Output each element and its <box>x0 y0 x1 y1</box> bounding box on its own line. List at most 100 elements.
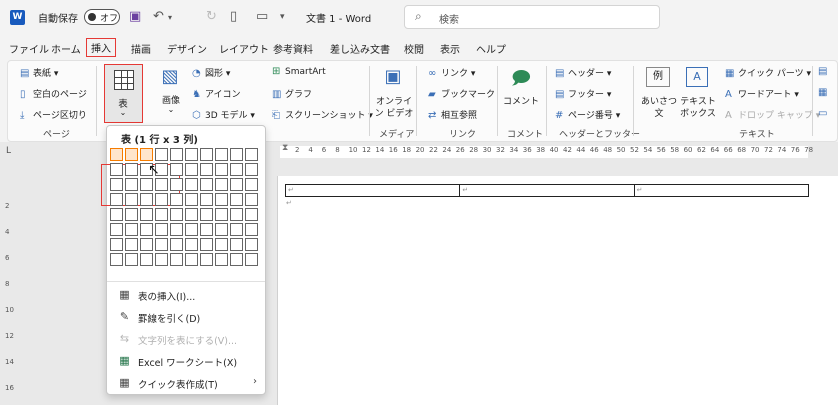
table-grid-cell[interactable] <box>140 238 153 251</box>
quick-tables-menu-item[interactable]: ▦ クイック表作成(T) › <box>107 373 265 393</box>
table-grid-cell[interactable] <box>245 223 258 236</box>
drop-cap-button[interactable]: A ドロップ キャップ ▾ <box>725 108 820 121</box>
table-grid-cell[interactable] <box>245 238 258 251</box>
table-grid-cell[interactable] <box>200 223 213 236</box>
table-grid-cell[interactable] <box>140 148 153 161</box>
table-grid-cell[interactable] <box>215 163 228 176</box>
table-grid-cell[interactable] <box>170 223 183 236</box>
undo-icon[interactable]: ↶ <box>153 9 164 24</box>
table-grid-cell[interactable] <box>200 178 213 191</box>
tab-review[interactable]: 校閲 <box>404 41 424 56</box>
cover-page-button[interactable]: ▤ 表紙 ▾ <box>20 66 58 79</box>
tab-help[interactable]: ヘルプ <box>476 41 506 56</box>
table-grid-cell[interactable] <box>215 238 228 251</box>
table-grid-cell[interactable] <box>140 253 153 266</box>
table-grid-cell[interactable] <box>125 238 138 251</box>
tab-insert[interactable]: 挿入 <box>86 38 116 57</box>
table-grid-cell[interactable] <box>245 163 258 176</box>
redo-icon[interactable]: ↻ <box>206 9 217 24</box>
comment-button-label[interactable]: コメント <box>502 94 540 107</box>
table-grid-cell[interactable] <box>155 223 168 236</box>
table-grid-cell[interactable] <box>110 148 123 161</box>
table-grid-cell[interactable] <box>245 178 258 191</box>
table-grid-cell[interactable] <box>140 208 153 221</box>
table-grid-cell[interactable] <box>125 208 138 221</box>
table-grid-cell[interactable] <box>200 193 213 206</box>
table-grid-cell[interactable] <box>185 223 198 236</box>
greeting-icon[interactable]: 例 <box>646 67 670 87</box>
table-grid-cell[interactable] <box>110 193 123 206</box>
customize-qat-icon[interactable]: ▾ <box>280 12 285 22</box>
footer-button[interactable]: ▤ フッター ▾ <box>555 87 611 100</box>
table-grid-cell[interactable] <box>185 253 198 266</box>
table-grid-cell[interactable] <box>245 148 258 161</box>
tab-view[interactable]: 表示 <box>440 41 460 56</box>
table-grid-cell[interactable] <box>170 193 183 206</box>
table-grid-cell[interactable] <box>215 208 228 221</box>
document-table[interactable]: ↵ ↵ ↵ <box>285 184 809 197</box>
table-grid-cell[interactable] <box>230 163 243 176</box>
textbox-label-2[interactable]: ボックス <box>678 106 718 119</box>
table-grid-cell[interactable] <box>200 253 213 266</box>
page-number-button[interactable]: # ページ番号 ▾ <box>555 108 620 121</box>
tab-references[interactable]: 参考資料 <box>273 41 313 56</box>
table-grid-cell[interactable] <box>125 253 138 266</box>
cross-reference-button[interactable]: ⇄ 相互参照 <box>428 108 477 121</box>
blank-page-button[interactable]: ▯ 空白のページ <box>20 87 87 100</box>
link-button[interactable]: ∞ リンク ▾ <box>428 66 475 79</box>
table-grid-cell[interactable] <box>125 163 138 176</box>
icons-button[interactable]: ♞ アイコン <box>192 87 241 100</box>
table-grid-cell[interactable] <box>110 178 123 191</box>
table-grid-cell[interactable] <box>155 208 168 221</box>
table-grid-cell[interactable] <box>155 148 168 161</box>
table-grid-cell[interactable] <box>200 163 213 176</box>
tab-layout[interactable]: レイアウト <box>219 41 269 56</box>
table-grid-cell[interactable] <box>110 253 123 266</box>
table-grid-cell[interactable] <box>200 208 213 221</box>
table-grid-cell[interactable] <box>170 178 183 191</box>
greeting-label-2[interactable]: 文 <box>640 106 678 119</box>
tab-file[interactable]: ファイル <box>9 41 49 56</box>
tab-home[interactable]: ホーム <box>51 41 81 56</box>
table-cell[interactable]: ↵ <box>635 185 808 196</box>
table-grid-cell[interactable] <box>155 253 168 266</box>
date-time-icon[interactable]: ▦ <box>818 87 831 98</box>
table-grid-cell[interactable] <box>185 163 198 176</box>
table-grid-cell[interactable] <box>230 253 243 266</box>
table-grid-cell[interactable] <box>230 238 243 251</box>
page-break-button[interactable]: ⤓ ページ区切り <box>20 108 87 121</box>
indent-marker-icon[interactable]: ⧗ <box>282 143 288 153</box>
shapes-button[interactable]: ◔ 図形 ▾ <box>192 66 230 79</box>
table-grid-cell[interactable] <box>140 178 153 191</box>
textbox-icon[interactable]: A <box>686 67 708 87</box>
save-icon[interactable]: ▣ <box>129 9 141 24</box>
table-grid-cell[interactable] <box>215 223 228 236</box>
online-video-icon[interactable]: ▣ <box>380 66 406 87</box>
open-folder-icon[interactable]: ▭ <box>256 9 268 24</box>
3d-models-button[interactable]: ⬡ 3D モデル ▾ <box>192 108 255 121</box>
table-grid-cell[interactable] <box>110 208 123 221</box>
table-grid-cell[interactable] <box>245 253 258 266</box>
table-grid-cell[interactable] <box>245 193 258 206</box>
table-grid-cell[interactable] <box>185 193 198 206</box>
table-grid-cell[interactable] <box>185 208 198 221</box>
table-grid-cell[interactable] <box>230 178 243 191</box>
table-grid-cell[interactable] <box>215 193 228 206</box>
wordart-button[interactable]: A ワードアート ▾ <box>725 87 799 100</box>
excel-worksheet-menu-item[interactable]: ▦ Excel ワークシート(X) <box>107 351 265 371</box>
table-grid-cell[interactable] <box>125 148 138 161</box>
signature-line-icon[interactable]: ▤ <box>818 66 831 77</box>
object-icon[interactable]: ▭ <box>818 108 831 119</box>
table-grid-cell[interactable] <box>185 238 198 251</box>
table-grid-cell[interactable] <box>155 193 168 206</box>
table-grid-cell[interactable] <box>200 238 213 251</box>
table-grid-cell[interactable] <box>140 223 153 236</box>
table-grid-cell[interactable] <box>215 148 228 161</box>
bookmark-button[interactable]: ▰ ブックマーク <box>428 87 495 100</box>
screenshot-button[interactable]: ⎗ スクリーンショット ▾ <box>272 108 373 121</box>
table-grid-cell[interactable] <box>140 193 153 206</box>
image-icon[interactable]: ▧ <box>158 66 182 87</box>
table-grid-cell[interactable] <box>230 208 243 221</box>
new-document-icon[interactable]: ▯ <box>230 9 237 24</box>
table-grid-cell[interactable] <box>155 238 168 251</box>
